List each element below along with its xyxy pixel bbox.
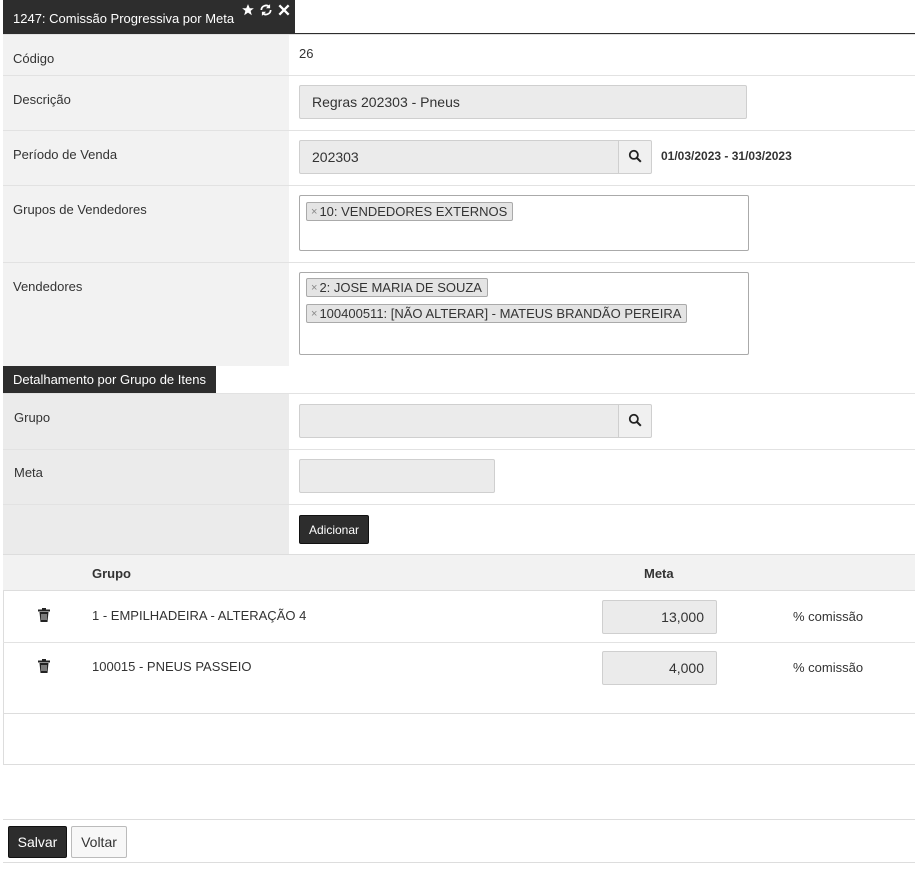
salvar-button[interactable]: Salvar bbox=[8, 826, 67, 858]
row-unit: % comissão bbox=[793, 609, 864, 624]
codigo-value-cell bbox=[289, 34, 915, 75]
grupos-vendedores-multiselect[interactable]: × 10: VENDEDORES EXTERNOS bbox=[299, 195, 749, 251]
adicionar-value-cell bbox=[289, 504, 915, 555]
detalhamento-section-tab: Detalhamento por Grupo de Itens bbox=[3, 366, 216, 393]
tag-label: 100400511: [NÃO ALTERAR] - MATEUS BRANDÃ… bbox=[319, 306, 682, 321]
grupos-vendedores-label-cell bbox=[3, 185, 289, 262]
row-meta-value: 4,000 bbox=[668, 660, 704, 676]
window-title-tab: 1247: Comissão Progressiva por Meta bbox=[3, 0, 295, 34]
vendedor-tag: × 100400511: [NÃO ALTERAR] - MATEUS BRAN… bbox=[306, 304, 688, 323]
periodo-search-button[interactable] bbox=[619, 140, 652, 174]
trash-icon[interactable] bbox=[38, 608, 50, 625]
descricao-input[interactable]: Regras 202303 - Pneus bbox=[299, 85, 747, 119]
remove-tag-icon[interactable]: × bbox=[311, 308, 317, 320]
grupo-input[interactable] bbox=[299, 404, 619, 438]
meta-label: Meta bbox=[14, 465, 43, 480]
periodo-label: Período de Venda bbox=[13, 147, 118, 162]
grupo-label: Grupo bbox=[14, 410, 51, 425]
search-icon bbox=[628, 413, 642, 430]
adicionar-label-cell bbox=[3, 504, 289, 555]
grupos-vendedores-label: Grupos de Vendedores bbox=[13, 202, 147, 217]
vendedores-label-cell bbox=[3, 262, 289, 366]
refresh-icon[interactable] bbox=[259, 3, 273, 17]
row-grupo: 100015 - PNEUS PASSEIO bbox=[92, 659, 252, 674]
metas-table-header bbox=[3, 554, 915, 591]
vendedores-multiselect[interactable]: × 2: JOSE MARIA DE SOUZA × 100400511: [N… bbox=[299, 272, 749, 355]
row-meta-input[interactable]: 4,000 bbox=[602, 651, 717, 685]
header-grupo: Grupo bbox=[92, 566, 131, 581]
detalhamento-section-title: Detalhamento por Grupo de Itens bbox=[13, 372, 206, 387]
row-unit: % comissão bbox=[793, 660, 864, 675]
descricao-input-value: Regras 202303 - Pneus bbox=[312, 94, 460, 110]
meta-label-cell bbox=[3, 449, 289, 504]
periodo-input-value: 202303 bbox=[312, 149, 359, 165]
header-meta: Meta bbox=[644, 566, 674, 581]
descricao-label: Descrição bbox=[13, 92, 71, 107]
adicionar-button[interactable]: Adicionar bbox=[299, 515, 369, 544]
window-title: 1247: Comissão Progressiva por Meta bbox=[13, 10, 235, 26]
periodo-date-range: 01/03/2023 - 31/03/2023 bbox=[661, 149, 792, 163]
form-bottom-panel bbox=[3, 714, 915, 765]
grupo-vendedor-tag: × 10: VENDEDORES EXTERNOS bbox=[306, 202, 514, 221]
periodo-input[interactable]: 202303 bbox=[299, 140, 619, 174]
remove-tag-icon[interactable]: × bbox=[311, 206, 317, 218]
meta-input[interactable] bbox=[299, 459, 495, 493]
row-meta-value: 13,000 bbox=[661, 609, 704, 625]
footer-divider-top bbox=[3, 819, 915, 820]
grupo-search-button[interactable] bbox=[619, 404, 652, 438]
row-divider bbox=[3, 642, 915, 643]
voltar-button[interactable]: Voltar bbox=[71, 826, 127, 858]
search-icon bbox=[628, 149, 642, 166]
codigo-label: Código bbox=[13, 51, 55, 66]
star-icon[interactable] bbox=[241, 3, 255, 17]
vendedor-tag: × 2: JOSE MARIA DE SOUZA bbox=[306, 278, 488, 297]
vendedores-label: Vendedores bbox=[13, 279, 83, 294]
close-icon[interactable] bbox=[277, 3, 291, 17]
row-grupo: 1 - EMPILHADEIRA - ALTERAÇÃO 4 bbox=[92, 608, 307, 623]
trash-icon[interactable] bbox=[38, 659, 50, 676]
remove-tag-icon[interactable]: × bbox=[311, 282, 317, 294]
tag-label: 10: VENDEDORES EXTERNOS bbox=[319, 204, 508, 219]
footer-divider-bottom bbox=[3, 862, 915, 863]
row-meta-input[interactable]: 13,000 bbox=[602, 600, 717, 634]
tag-label: 2: JOSE MARIA DE SOUZA bbox=[319, 280, 482, 295]
codigo-value: 26 bbox=[299, 46, 314, 61]
